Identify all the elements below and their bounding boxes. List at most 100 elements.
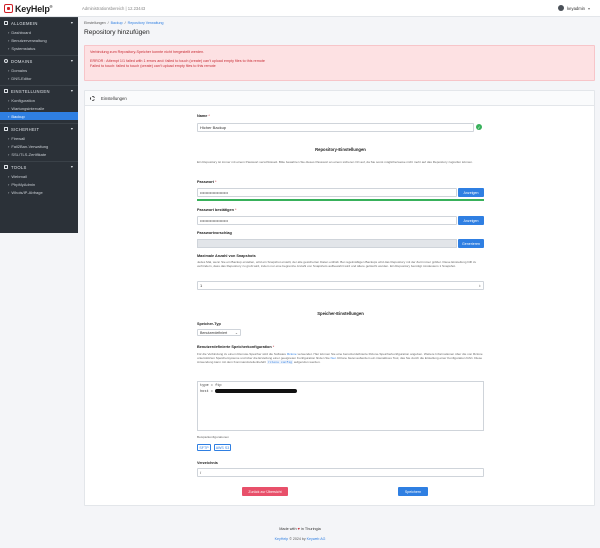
sidebar-section-title: SICHERHEIT (11, 126, 40, 132)
card-title: Einstellungen (101, 95, 127, 101)
repo-settings-help: Ein Repository ist immer mit einem Passw… (197, 160, 473, 164)
footer-copyright: KeyHelp © 2024 by Keyweb AG (274, 537, 326, 541)
sidebar-section-sicherheit[interactable]: SICHERHEIT ▼ (0, 123, 78, 134)
error-alert: Verbindung zum Repository-Speicher konnt… (84, 45, 595, 81)
gear-icon (90, 95, 95, 101)
sidebar-item-ssl-tls[interactable]: › SSL/TLS-Zertifikate (0, 150, 78, 158)
logo-text: KeyHelp (15, 3, 50, 14)
rclone-config-code: rclone config (266, 360, 293, 365)
sidebar-item-systemstatus[interactable]: › Systemstatus (0, 44, 78, 52)
show-password-confirm-button[interactable]: Anzeigen (458, 216, 484, 225)
sidebar-section-title: DOMAINS (11, 58, 33, 64)
footer-made-with: Made with ♥ in Thuringia (279, 527, 321, 531)
directory-label: Verzeichnis (197, 461, 218, 465)
sidebar-item-dashboard[interactable]: › Dashboard (0, 28, 78, 36)
repo-settings-title: Repository-Einstellungen (315, 147, 366, 152)
spinner-icon: ⇕ (478, 283, 481, 288)
sidebar-item-whois[interactable]: › Whois/IP-Abfrage (0, 188, 78, 196)
chevron-down-icon: ▼ (70, 127, 74, 131)
back-to-overview-button[interactable]: Zurück zur Übersicht (242, 487, 288, 496)
save-button[interactable]: Speichern (398, 487, 428, 496)
sidebar-section-title: TOOLS (11, 164, 27, 170)
sliders-icon (4, 89, 8, 93)
snapshots-help: Jedes Mal, wenn Sie ein Backup erstellen… (197, 260, 477, 269)
password-input[interactable]: •••••••••••••••••••• (197, 188, 457, 197)
show-password-button[interactable]: Anzeigen (458, 188, 484, 197)
user-menu[interactable]: keyadmin ▾ (558, 5, 590, 11)
sidebar-item-firewall[interactable]: › Firewall (0, 134, 78, 142)
top-bar: KeyHelp® Administrationsbereich | 12.234… (0, 0, 600, 17)
sidebar-item-konfiguration[interactable]: › Konfiguration (0, 96, 78, 104)
password-confirm-input[interactable]: •••••••••••••••••••• (197, 216, 457, 225)
storage-settings-title: Speicher-Einstellungen (317, 311, 364, 316)
repository-form: Name * Hicher Backup ✓ Repository-Einste… (197, 91, 484, 507)
keyhelp-link[interactable]: KeyHelp (275, 537, 289, 541)
admin-area-label: Administrationsbereich | 12.23443 (82, 6, 146, 11)
chevron-down-icon: ▼ (70, 21, 74, 25)
example-sftp-button[interactable]: SFTP (197, 444, 211, 451)
breadcrumb-item[interactable]: Einstellungen (84, 21, 106, 25)
chevron-down-icon: ⌄ (234, 330, 238, 335)
chevron-down-icon: ▼ (70, 89, 74, 93)
directory-input[interactable]: / (197, 468, 484, 477)
chevron-down-icon: ▾ (587, 5, 590, 11)
wrench-icon (4, 165, 8, 169)
custom-config-textarea[interactable]: type = ftp host = (197, 381, 484, 431)
name-label: Name * (197, 114, 210, 118)
custom-config-label: Benutzerdefinierte Speicherkonfiguration… (197, 345, 275, 349)
sidebar-section-einstellungen[interactable]: EINSTELLUNGEN ▼ (0, 85, 78, 96)
breadcrumb: Einstellungen / Backup / Repository Verwal… (84, 21, 164, 25)
config-line: host = (200, 389, 216, 394)
sidebar-item-domains[interactable]: › Domains (0, 66, 78, 74)
password-confirm-label: Passwort bestätigen * (197, 208, 237, 212)
password-strength-bar (197, 199, 484, 201)
settings-card: Einstellungen Name * Hicher Backup ✓ Rep… (84, 90, 595, 506)
sidebar: ALLGEMEIN ▼ › Dashboard › Benutzerverwal… (0, 17, 78, 233)
sidebar-section-title: EINSTELLUNGEN (11, 88, 50, 94)
breadcrumb-item[interactable]: Backup (111, 21, 123, 25)
alert-line: Failed to touch: failed to touch (create… (90, 64, 216, 68)
user-name: keyadmin (567, 5, 585, 11)
examples-label: Beispielkonfigurationen (197, 435, 229, 439)
sidebar-item-benutzerverwaltung[interactable]: › Benutzerverwaltung (0, 36, 78, 44)
avatar-icon (558, 5, 565, 11)
keyhelp-logo[interactable]: KeyHelp® (4, 3, 53, 14)
sidebar-item-phpmyadmin[interactable]: › PhpMyAdmin (0, 180, 78, 188)
sidebar-section-tools[interactable]: TOOLS ▼ (0, 161, 78, 172)
breadcrumb-separator: / (107, 21, 109, 25)
sidebar-section-domains[interactable]: DOMAINS ▼ (0, 55, 78, 66)
globe-icon (4, 59, 8, 63)
breadcrumb-separator: / (124, 21, 126, 25)
sidebar-item-dns-editor[interactable]: › DNS-Editor (0, 74, 78, 82)
custom-config-help: Für die Verbindung zu einem Remote-Speic… (197, 352, 483, 365)
password-label: Passwort * (197, 180, 217, 184)
snapshots-input[interactable]: 1 ⇕ (197, 281, 484, 290)
check-icon: ✓ (476, 124, 482, 130)
sidebar-item-fail2ban[interactable]: › Fail2Ban-Verwaltung (0, 142, 78, 150)
shield-icon (4, 127, 8, 131)
storage-type-label: Speicher-Typ (197, 322, 221, 326)
logo-registered-mark: ® (49, 3, 53, 9)
example-aws-s3-button[interactable]: AWS S3 (214, 444, 231, 451)
sidebar-item-wartungsintervalle[interactable]: › Wartungsintervalle (0, 104, 78, 112)
chevron-down-icon: ▼ (70, 165, 74, 169)
snapshots-label: Maximale Anzahl von Snapshots (197, 254, 256, 258)
sidebar-item-backup[interactable]: › Backup (0, 112, 78, 120)
generate-password-button[interactable]: Generieren (458, 239, 484, 248)
breadcrumb-item[interactable]: Repository Verwaltung (128, 21, 164, 25)
snapshots-value: 1 (200, 283, 203, 288)
redacted-block (215, 389, 298, 393)
sidebar-section-allgemein[interactable]: ALLGEMEIN ▼ (0, 17, 78, 28)
heart-icon: ♥ (297, 527, 300, 531)
storage-type-value: Benutzerdefiniert (200, 330, 228, 335)
sidebar-section-title: ALLGEMEIN (11, 20, 38, 26)
chevron-down-icon: ▼ (70, 59, 74, 63)
sidebar-item-webmail[interactable]: › Webmail (0, 172, 78, 180)
page-title: Repository hinzufügen (84, 29, 150, 36)
storage-type-select[interactable]: Benutzerdefiniert ⌄ (197, 329, 241, 336)
logo-icon (4, 4, 13, 13)
grid-icon (4, 21, 8, 25)
password-suggestion-field[interactable] (197, 239, 457, 248)
keyweb-link[interactable]: Keyweb AG (307, 537, 326, 541)
name-input[interactable]: Hicher Backup (197, 123, 474, 132)
